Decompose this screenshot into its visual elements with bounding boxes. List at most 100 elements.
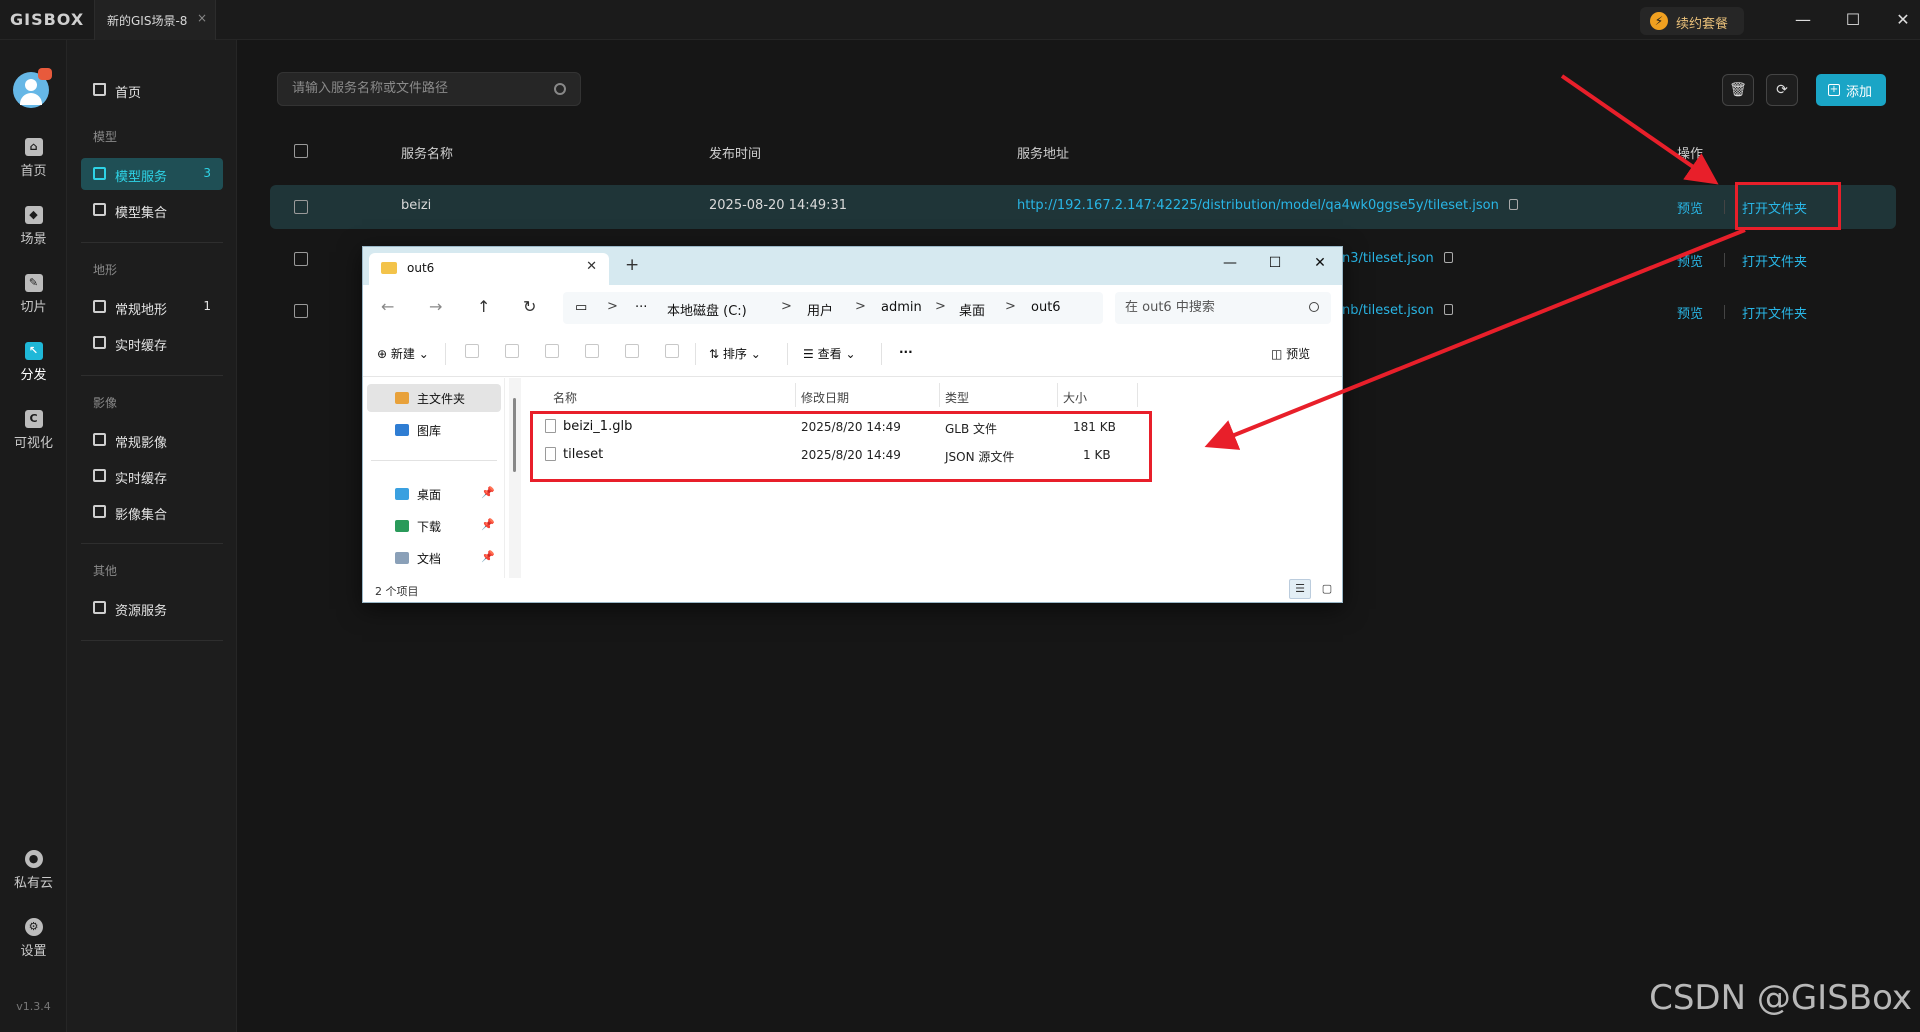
search-input[interactable] — [292, 81, 542, 96]
row-checkbox[interactable] — [294, 304, 308, 318]
open-folder-link[interactable]: 打开文件夹 — [1742, 251, 1807, 270]
copy-icon[interactable] — [505, 344, 519, 358]
nav-item-terrain[interactable]: 常规地形 1 — [81, 291, 223, 323]
pin-icon[interactable]: 📌 — [481, 486, 495, 499]
service-url-text[interactable]: http://192.167.2.147:42225/distribution/… — [1017, 198, 1499, 213]
row-checkbox[interactable] — [294, 200, 308, 214]
copy-icon[interactable] — [1443, 304, 1453, 315]
sidebar-item-gallery[interactable]: 图库 — [367, 416, 501, 444]
rail-item-private-cloud[interactable]: ● 私有云 — [0, 850, 67, 906]
breadcrumb-item[interactable]: 本地磁盘 (C:) — [667, 300, 747, 319]
nav-item-imagery-collection[interactable]: 影像集合 — [81, 496, 223, 528]
column-divider[interactable] — [939, 383, 940, 407]
rail-item-home[interactable]: ⌂ 首页 — [0, 138, 67, 194]
delete-icon[interactable] — [665, 344, 679, 358]
preview-pane-button[interactable]: ◫ 预览 — [1271, 345, 1310, 362]
sidebar-item-home[interactable]: 主文件夹 — [367, 384, 501, 412]
explorer-tab[interactable]: out6 ✕ — [369, 253, 609, 285]
rename-icon[interactable] — [585, 344, 599, 358]
breadcrumb-item[interactable]: admin — [881, 300, 922, 315]
search-icon[interactable] — [1309, 302, 1319, 312]
nav-item-terrain-cache[interactable]: 实时缓存 — [81, 327, 223, 359]
cut-icon[interactable] — [465, 344, 479, 358]
sidebar-item-desktop[interactable]: 桌面 📌 — [367, 480, 501, 508]
breadcrumb-separator: > — [781, 299, 792, 314]
pin-icon[interactable]: 📌 — [481, 518, 495, 531]
new-button[interactable]: ⊕ 新建 ⌄ — [377, 345, 429, 362]
service-url[interactable]: n3/tileset.json — [1342, 251, 1453, 266]
explorer-search[interactable] — [1115, 292, 1331, 324]
tiles-view-button[interactable]: ▢ — [1316, 579, 1338, 599]
select-all-checkbox[interactable] — [294, 144, 308, 158]
refresh-icon[interactable]: ↻ — [523, 297, 536, 316]
nav-item-model-service[interactable]: 模型服务 3 — [81, 158, 223, 190]
add-button[interactable]: + 添加 — [1816, 74, 1886, 106]
service-search[interactable] — [277, 72, 581, 106]
close-button[interactable]: ✕ — [1889, 8, 1917, 32]
pin-icon[interactable]: 📌 — [481, 550, 495, 563]
explorer-close-button[interactable]: ✕ — [1305, 255, 1335, 271]
paste-icon[interactable] — [545, 344, 559, 358]
minimize-button[interactable]: — — [1789, 8, 1817, 32]
more-options-button[interactable]: ··· — [899, 345, 913, 359]
sort-button[interactable]: ⇅ 排序 ⌄ — [709, 345, 761, 362]
close-icon[interactable]: × — [197, 11, 207, 25]
column-header-type[interactable]: 类型 — [945, 389, 969, 406]
rail-item-tile[interactable]: ✎ 切片 — [0, 274, 67, 330]
nav-item-home[interactable]: 首页 — [81, 74, 223, 106]
refresh-button[interactable]: ⟳ — [1766, 74, 1798, 106]
share-icon[interactable] — [625, 344, 639, 358]
explorer-minimize-button[interactable]: — — [1215, 255, 1245, 271]
column-divider[interactable] — [1057, 383, 1058, 407]
column-divider[interactable] — [1137, 383, 1138, 407]
back-arrow-icon[interactable]: ← — [381, 297, 394, 316]
sidebar-item-documents[interactable]: 文档 📌 — [367, 544, 501, 572]
preview-link[interactable]: 预览 — [1677, 198, 1703, 217]
rail-item-scene[interactable]: ◆ 场景 — [0, 206, 67, 262]
nav-item-imagery[interactable]: 常规影像 — [81, 424, 223, 456]
row-checkbox[interactable] — [294, 252, 308, 266]
service-url-text[interactable]: n3/tileset.json — [1342, 251, 1434, 266]
sidebar-item-downloads[interactable]: 下载 📌 — [367, 512, 501, 540]
column-header-size[interactable]: 大小 — [1063, 389, 1087, 406]
rail-item-settings[interactable]: ⚙ 设置 — [0, 918, 67, 974]
service-url[interactable]: nb/tileset.json — [1342, 303, 1453, 318]
explorer-search-input[interactable] — [1125, 300, 1295, 315]
open-folder-link[interactable]: 打开文件夹 — [1742, 303, 1807, 322]
rail-item-visualize[interactable]: C 可视化 — [0, 410, 67, 466]
breadcrumb-item[interactable]: 用户 — [807, 300, 833, 319]
column-header-name[interactable]: 名称 — [553, 389, 577, 406]
service-url-text[interactable]: nb/tileset.json — [1342, 303, 1434, 318]
close-icon[interactable]: ✕ — [586, 259, 597, 274]
column-divider[interactable] — [795, 383, 796, 407]
rail-item-distribute[interactable]: ↖ 分发 — [0, 342, 67, 398]
renew-plan-button[interactable]: ⚡ 续约套餐 — [1640, 7, 1744, 35]
breadcrumb-overflow[interactable]: ··· — [635, 300, 647, 315]
maximize-button[interactable]: ☐ — [1839, 8, 1867, 32]
search-icon[interactable] — [554, 83, 566, 95]
copy-icon[interactable] — [1443, 252, 1453, 263]
up-arrow-icon[interactable]: ↑ — [477, 297, 490, 316]
new-tab-button[interactable]: + — [625, 255, 639, 275]
service-url[interactable]: http://192.167.2.147:42225/distribution/… — [1017, 198, 1518, 213]
column-header-date[interactable]: 修改日期 — [801, 389, 849, 406]
scrollbar-thumb[interactable] — [513, 398, 516, 472]
command-divider — [695, 343, 696, 365]
copy-icon[interactable] — [1508, 199, 1518, 210]
sidebar-scrollbar[interactable] — [509, 378, 521, 578]
details-view-button[interactable]: ☰ — [1289, 579, 1311, 599]
avatar[interactable] — [13, 68, 52, 108]
breadcrumb-item[interactable]: 桌面 — [959, 300, 985, 319]
scene-tab[interactable]: 新的GIS场景-8 × — [94, 0, 216, 40]
address-bar[interactable]: ▭ > ··· 本地磁盘 (C:) > 用户 > admin > 桌面 > ou… — [563, 292, 1103, 324]
nav-item-model-collection[interactable]: 模型集合 — [81, 194, 223, 226]
forward-arrow-icon[interactable]: → — [429, 297, 442, 316]
preview-link[interactable]: 预览 — [1677, 303, 1703, 322]
delete-button[interactable]: 🗑 — [1722, 74, 1754, 106]
preview-link[interactable]: 预览 — [1677, 251, 1703, 270]
explorer-maximize-button[interactable]: ☐ — [1260, 255, 1290, 271]
breadcrumb-item[interactable]: out6 — [1031, 300, 1061, 315]
nav-item-resource-service[interactable]: 资源服务 — [81, 592, 223, 624]
view-button[interactable]: ☰ 查看 ⌄ — [803, 345, 856, 362]
nav-item-imagery-cache[interactable]: 实时缓存 — [81, 460, 223, 492]
